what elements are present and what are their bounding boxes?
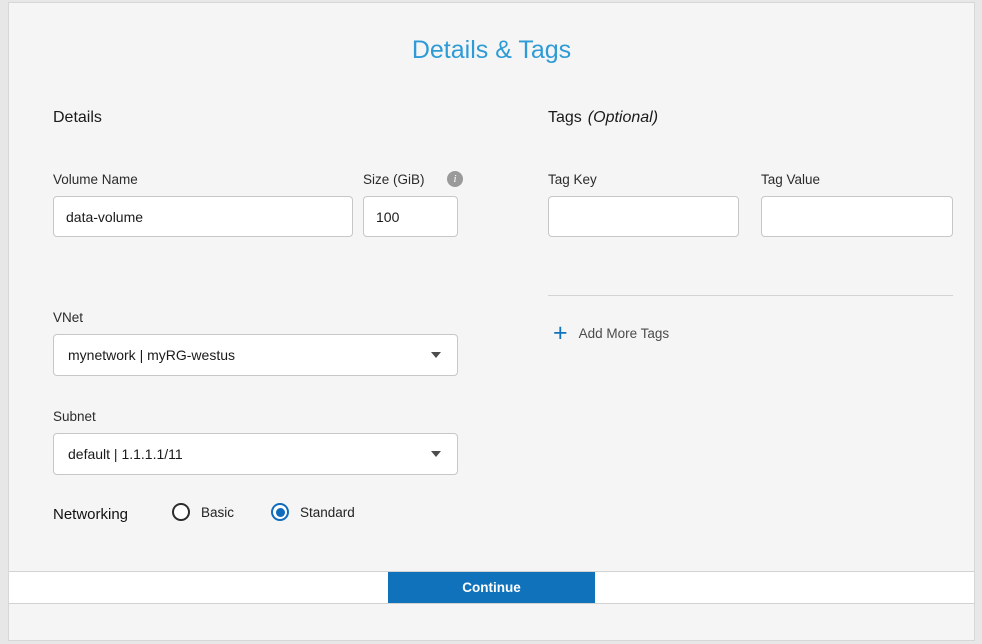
add-more-tags-label: Add More Tags xyxy=(579,326,670,341)
tags-divider xyxy=(548,295,953,296)
continue-button[interactable]: Continue xyxy=(388,572,595,603)
radio-basic[interactable]: Basic xyxy=(172,503,234,521)
page-title: Details & Tags xyxy=(9,36,974,65)
vnet-select-value: mynetwork | myRG-westus xyxy=(68,347,235,363)
vnet-select[interactable]: mynetwork | myRG-westus xyxy=(53,334,458,376)
size-label: Size (GiB) xyxy=(363,172,425,187)
info-icon[interactable]: i xyxy=(447,171,463,187)
tag-value-label: Tag Value xyxy=(761,172,820,187)
radio-standard-circle xyxy=(271,503,289,521)
subnet-select[interactable]: default | 1.1.1.1/11 xyxy=(53,433,458,475)
tag-value-input[interactable] xyxy=(761,196,953,237)
footer-bar: Continue xyxy=(9,571,974,604)
chevron-down-icon xyxy=(431,352,441,358)
details-tags-panel: Details & Tags Details Volume Name Size … xyxy=(8,2,975,641)
vnet-label: VNet xyxy=(53,310,83,325)
tags-section-heading: Tags (Optional) xyxy=(548,109,658,127)
tags-optional-text: (Optional) xyxy=(588,109,658,126)
details-section-heading: Details xyxy=(53,109,102,127)
volume-name-input[interactable] xyxy=(53,196,353,237)
subnet-label: Subnet xyxy=(53,409,96,424)
networking-label: Networking xyxy=(53,506,128,523)
radio-basic-circle xyxy=(172,503,190,521)
radio-standard-label: Standard xyxy=(300,505,355,520)
add-more-tags-button[interactable]: + Add More Tags xyxy=(553,323,669,343)
radio-standard[interactable]: Standard xyxy=(271,503,355,521)
volume-name-label: Volume Name xyxy=(53,172,138,187)
tags-heading-text: Tags xyxy=(548,109,582,126)
chevron-down-icon xyxy=(431,451,441,457)
size-input[interactable] xyxy=(363,196,458,237)
subnet-select-value: default | 1.1.1.1/11 xyxy=(68,446,183,462)
radio-basic-label: Basic xyxy=(201,505,234,520)
tag-key-input[interactable] xyxy=(548,196,739,237)
tag-key-label: Tag Key xyxy=(548,172,597,187)
plus-icon: + xyxy=(553,323,568,343)
